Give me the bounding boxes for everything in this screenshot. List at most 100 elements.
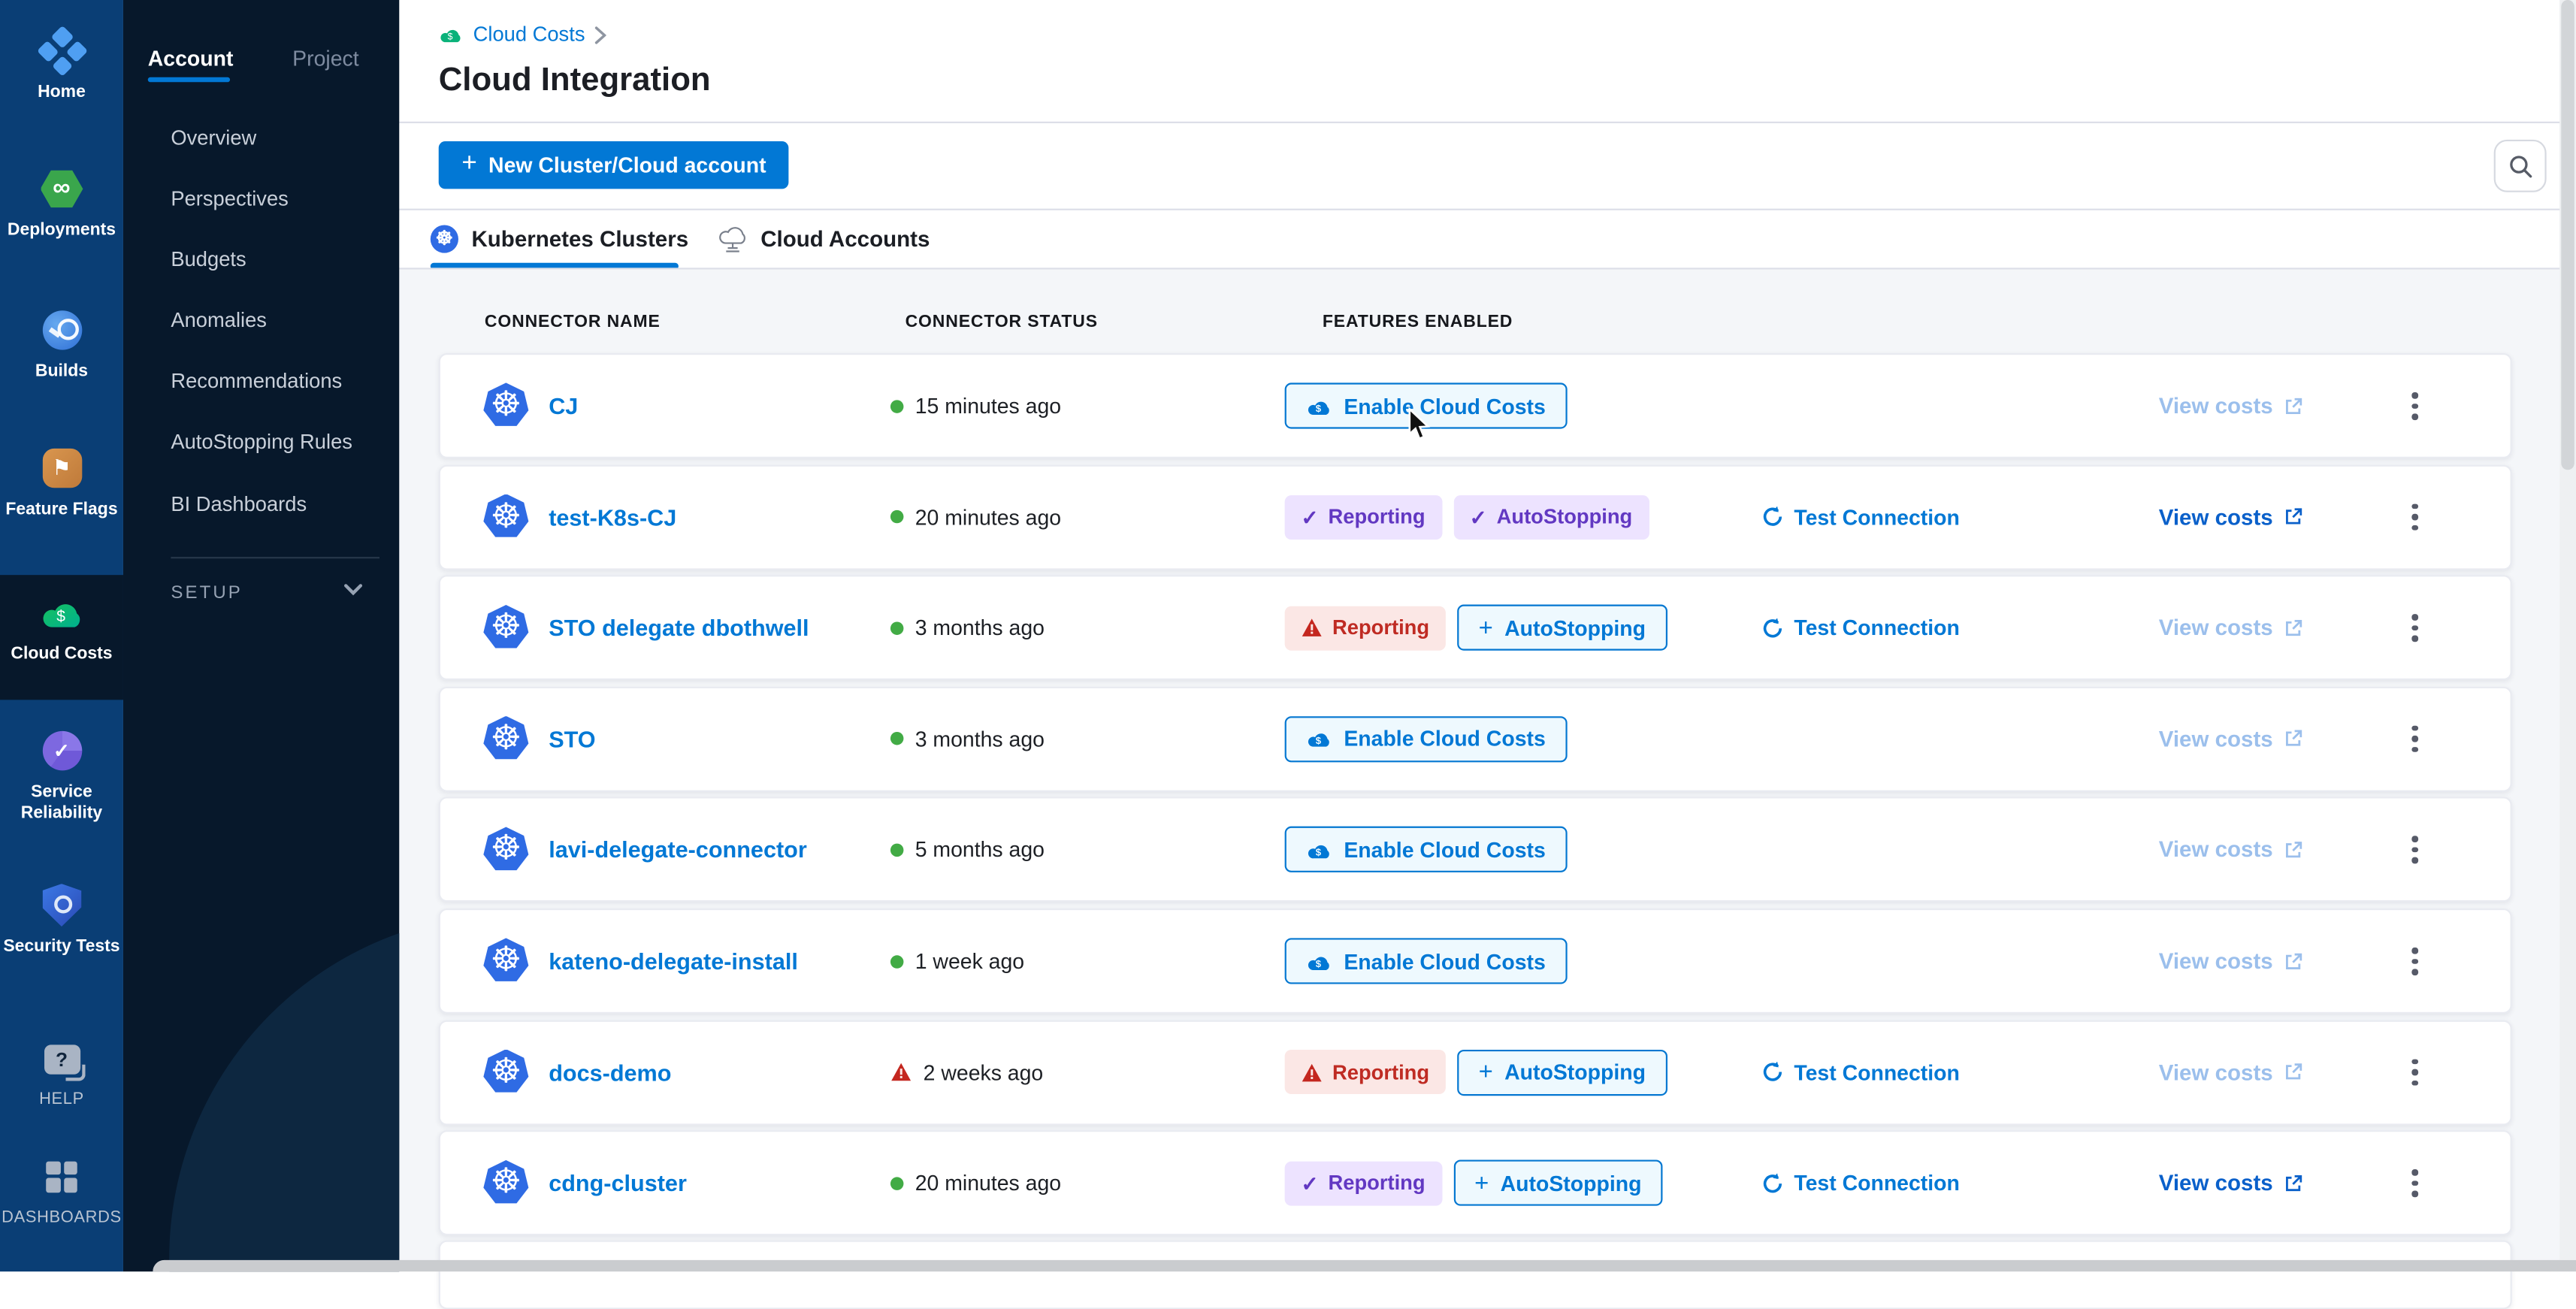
enable-cloud-costs-button[interactable]: $Enable Cloud Costs xyxy=(1285,716,1568,762)
builds-icon xyxy=(42,310,81,349)
table-row[interactable]: ☸STO delegate dbothwell3 months agoRepor… xyxy=(439,576,2512,681)
row-menu-button[interactable] xyxy=(2405,1163,2424,1204)
tab-project[interactable]: Project xyxy=(292,46,358,71)
test-connection-link[interactable]: Test Connection xyxy=(1761,1060,1960,1084)
search-button[interactable] xyxy=(2494,140,2547,192)
vertical-scrollbar-thumb[interactable] xyxy=(2561,0,2574,470)
sidebar-item-cloud-costs[interactable]: $ Cloud Costs xyxy=(0,588,123,665)
view-costs-link[interactable]: View costs xyxy=(2159,727,2302,751)
external-link-icon xyxy=(2283,507,2302,527)
tab-kubernetes-clusters[interactable]: ☸ Kubernetes Clusters xyxy=(431,209,688,268)
table-row[interactable]: ☸kateno-delegate-install1 week ago$Enabl… xyxy=(439,908,2512,1014)
sidenav-item-perspectives[interactable]: Perspectives xyxy=(171,187,288,210)
view-costs-link[interactable]: View costs xyxy=(2159,1171,2302,1196)
kubernetes-connector-icon: ☸ xyxy=(483,1160,529,1206)
tab-cloud-accounts[interactable]: Cloud Accounts xyxy=(718,209,930,268)
horizontal-scrollbar[interactable] xyxy=(153,1260,2576,1271)
svg-text:$: $ xyxy=(1316,957,1322,969)
sidebar-item-home[interactable]: Home xyxy=(0,26,123,103)
table-row[interactable]: ☸test-K8s-CJ20 minutes ago✓Reporting✓Aut… xyxy=(439,464,2512,570)
connector-status: 20 minutes ago xyxy=(890,1171,1061,1196)
view-costs-link[interactable]: View costs xyxy=(2159,394,2302,419)
view-costs-link[interactable]: View costs xyxy=(2159,949,2302,974)
external-link-icon xyxy=(2283,729,2302,748)
sidebar-item-feature-flags[interactable]: ⚑ Feature Flags xyxy=(0,443,123,520)
test-connection-link[interactable]: Test Connection xyxy=(1761,615,1960,640)
refresh-icon xyxy=(1761,1060,1785,1084)
reporting-chip: ✓Reporting xyxy=(1285,494,1442,539)
row-menu-button[interactable] xyxy=(2405,385,2424,426)
deployments-icon: ∞ xyxy=(41,169,83,208)
view-costs-link[interactable]: View costs xyxy=(2159,615,2302,640)
test-connection-link[interactable]: Test Connection xyxy=(1761,1171,1960,1196)
add-autostopping-button[interactable]: +AutoStopping xyxy=(1457,1049,1667,1095)
refresh-icon xyxy=(1761,616,1785,639)
sidebar-item-builds[interactable]: Builds xyxy=(0,306,123,382)
new-cluster-cloud-account-button[interactable]: + New Cluster/Cloud account xyxy=(439,141,789,189)
sidebar-item-service-reliability[interactable]: ✓ Service Reliability xyxy=(0,726,123,823)
sidebar-item-help[interactable]: ? HELP xyxy=(0,1035,123,1111)
panel-watermark xyxy=(169,914,399,1272)
breadcrumb-cloud-costs-link[interactable]: Cloud Costs xyxy=(473,23,585,47)
connector-name-link[interactable]: CJ xyxy=(549,393,578,419)
sidebar-item-deployments[interactable]: ∞ Deployments xyxy=(0,165,123,241)
connector-name-link[interactable]: docs-demo xyxy=(549,1059,671,1085)
table-row[interactable]: ☸CJ15 minutes ago$Enable Cloud CostsView… xyxy=(439,353,2512,458)
kubernetes-connector-icon: ☸ xyxy=(483,827,529,873)
add-autostopping-button[interactable]: +AutoStopping xyxy=(1457,605,1667,651)
setup-section-toggle[interactable]: SETUP xyxy=(171,583,243,603)
sidenav-item-anomalies[interactable]: Anomalies xyxy=(171,309,267,332)
row-menu-button[interactable] xyxy=(2405,719,2424,760)
sidenav-item-overview[interactable]: Overview xyxy=(171,126,256,150)
row-menu-button[interactable] xyxy=(2405,497,2424,537)
connector-name-link[interactable]: STO xyxy=(549,726,595,752)
tab-account[interactable]: Account xyxy=(148,46,234,71)
sidebar-item-security-tests[interactable]: Security Tests xyxy=(0,881,123,957)
kubernetes-connector-icon: ☸ xyxy=(483,605,529,651)
enable-cloud-costs-button[interactable]: $Enable Cloud Costs xyxy=(1285,827,1568,873)
svg-text:$: $ xyxy=(448,32,453,42)
connector-status: 1 week ago xyxy=(890,949,1024,974)
sidenav-item-budgets[interactable]: Budgets xyxy=(171,248,246,271)
connector-name-link[interactable]: lavi-delegate-connector xyxy=(549,837,807,863)
enable-cloud-costs-button[interactable]: $Enable Cloud Costs xyxy=(1285,938,1568,984)
sidenav-item-recommendations[interactable]: Recommendations xyxy=(171,370,342,393)
view-costs-link[interactable]: View costs xyxy=(2159,838,2302,863)
table-row-partial[interactable] xyxy=(439,1241,2512,1309)
chevron-right-icon xyxy=(595,26,606,44)
table-row[interactable]: ☸lavi-delegate-connector5 months ago$Ena… xyxy=(439,797,2512,902)
table-row[interactable]: ☸docs-demo2 weeks agoReporting+AutoStopp… xyxy=(439,1020,2512,1125)
cloud-costs-icon: $ xyxy=(38,594,84,630)
connector-name-link[interactable]: cdng-cluster xyxy=(549,1170,687,1196)
table-row[interactable]: ☸cdng-cluster20 minutes ago✓Reporting+Au… xyxy=(439,1131,2512,1236)
vertical-scrollbar[interactable] xyxy=(2559,0,2576,1260)
external-link-icon xyxy=(2283,396,2302,416)
sidebar-item-dashboards[interactable]: DASHBOARDS xyxy=(0,1153,123,1229)
chevron-down-icon[interactable] xyxy=(343,583,363,596)
table-row[interactable]: ☸STO3 months ago$Enable Cloud CostsView … xyxy=(439,686,2512,791)
row-menu-button[interactable] xyxy=(2405,830,2424,870)
connector-name-link[interactable]: kateno-delegate-install xyxy=(549,948,798,974)
row-menu-button[interactable] xyxy=(2405,608,2424,648)
row-menu-button[interactable] xyxy=(2405,941,2424,981)
connector-name-link[interactable]: test-K8s-CJ xyxy=(549,503,676,530)
kubernetes-connector-icon: ☸ xyxy=(483,494,529,540)
status-ok-dot xyxy=(890,733,903,745)
check-icon: ✓ xyxy=(1301,504,1318,529)
security-tests-icon xyxy=(42,884,81,927)
sidenav-item-bi-dashboards[interactable]: BI Dashboards xyxy=(171,493,307,516)
sidenav-item-autostopping-rules[interactable]: AutoStopping Rules xyxy=(171,431,352,454)
add-autostopping-button[interactable]: +AutoStopping xyxy=(1453,1160,1663,1206)
cloud-costs-icon: $ xyxy=(1306,839,1332,860)
view-costs-link[interactable]: View costs xyxy=(2159,1060,2302,1084)
plus-icon: + xyxy=(1479,614,1493,642)
connector-name-link[interactable]: STO delegate dbothwell xyxy=(549,615,809,641)
check-icon: ✓ xyxy=(1470,504,1487,529)
connector-status: 20 minutes ago xyxy=(890,504,1061,529)
view-costs-link[interactable]: View costs xyxy=(2159,504,2302,529)
divider xyxy=(171,557,379,558)
module-rail: Home ∞ Deployments Builds ⚑ Feature Flag… xyxy=(0,0,123,1271)
test-connection-link[interactable]: Test Connection xyxy=(1761,504,1960,529)
main-content: $ Cloud Costs Cloud Integration + New Cl… xyxy=(399,0,2576,1271)
row-menu-button[interactable] xyxy=(2405,1052,2424,1093)
